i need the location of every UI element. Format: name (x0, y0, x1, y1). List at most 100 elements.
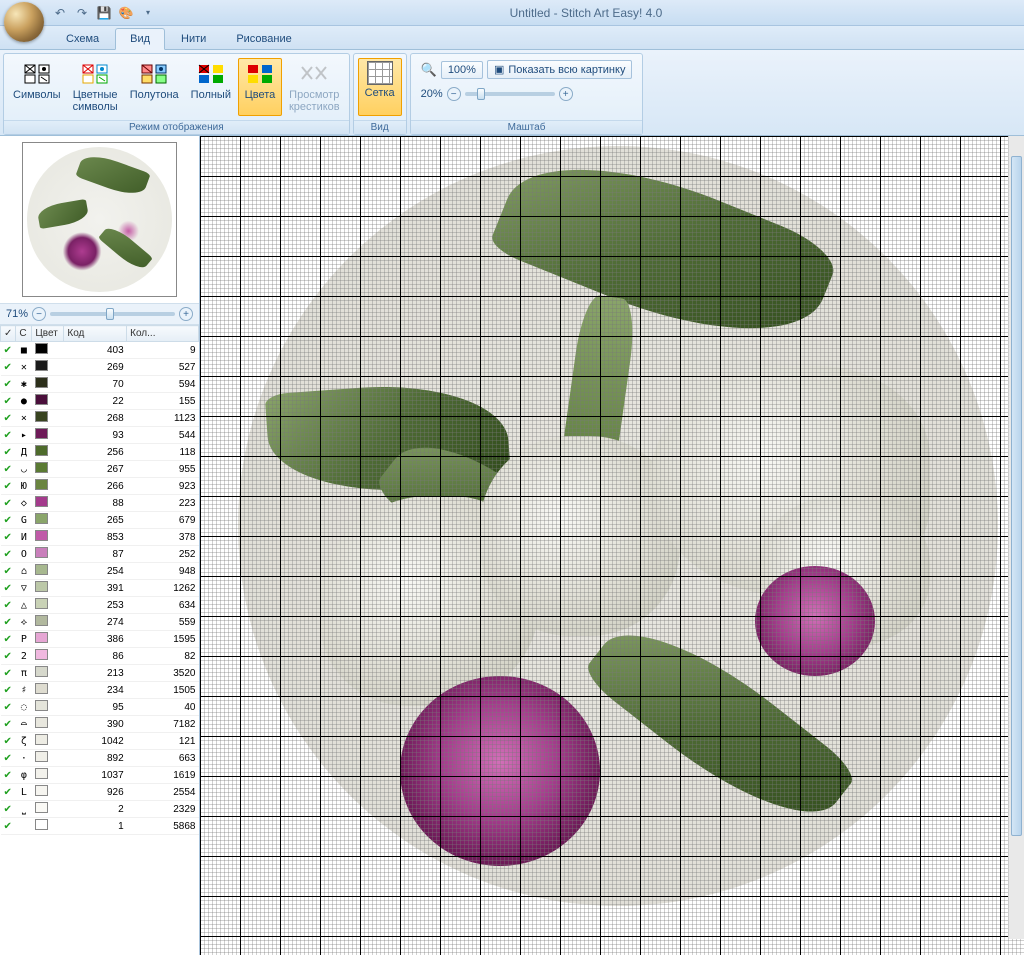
col-color[interactable]: Цвет (32, 326, 64, 342)
palette-row[interactable]: ✔♯2341505 (1, 682, 199, 699)
palette-row[interactable]: ✔⟡274559 (1, 614, 199, 631)
palette-row[interactable]: ✔⌂254948 (1, 563, 199, 580)
row-symbol: Д (16, 444, 32, 461)
mode-halftones-button[interactable]: Полутона (125, 58, 184, 116)
preview-zoom-slider[interactable] (50, 312, 175, 316)
row-check-icon: ✔ (1, 495, 16, 512)
palette-row[interactable]: ✔■4039 (1, 342, 199, 359)
palette-icon[interactable]: 🎨 (118, 5, 134, 21)
mode-color-symbols-button[interactable]: Цветные символы (68, 58, 123, 116)
row-check-icon: ✔ (1, 359, 16, 376)
row-count: 948 (127, 563, 199, 580)
palette-row[interactable]: ✔О87252 (1, 546, 199, 563)
row-swatch (32, 410, 64, 427)
row-count: 2329 (127, 801, 199, 818)
app-orb-button[interactable] (4, 2, 44, 42)
palette-row[interactable]: ✔L9262554 (1, 784, 199, 801)
palette-row[interactable]: ✔⌓3907182 (1, 716, 199, 733)
row-swatch (32, 461, 64, 478)
col-symbol[interactable]: С (16, 326, 32, 342)
mode-symbols-button[interactable]: Символы (8, 58, 66, 116)
palette-row[interactable]: ✔▽3911262 (1, 580, 199, 597)
ribbon-group-display-mode: Символы Цветные символы Полутона Полный … (3, 53, 350, 135)
undo-icon[interactable]: ↶ (52, 5, 68, 21)
row-symbol: L (16, 784, 32, 801)
row-code: 70 (64, 376, 127, 393)
palette-row[interactable]: ✔15868 (1, 818, 199, 835)
mode-colors-label: Цвета (245, 89, 276, 101)
palette-row[interactable]: ✔G265679 (1, 512, 199, 529)
zoom-out-button[interactable]: − (447, 87, 461, 101)
mode-colors-button[interactable]: Цвета (238, 58, 282, 116)
row-count: 923 (127, 478, 199, 495)
palette-row[interactable]: ✔И853378 (1, 529, 199, 546)
row-count: 9 (127, 342, 199, 359)
ribbon-tabs: Схема Вид Нити Рисование (0, 26, 1024, 50)
show-all-image-button[interactable]: ▣Показать всю картинку (487, 60, 633, 79)
zoom-slider[interactable] (465, 92, 555, 96)
row-check-icon: ✔ (1, 614, 16, 631)
palette-row[interactable]: ✔◡267955 (1, 461, 199, 478)
palette-row[interactable]: ✔✕269527 (1, 359, 199, 376)
palette-row[interactable]: ✔φ10371619 (1, 767, 199, 784)
zoom-in-button[interactable]: + (559, 87, 573, 101)
palette-row[interactable]: ✔▸93544 (1, 427, 199, 444)
preview-zoom-out-button[interactable]: − (32, 307, 46, 321)
row-count: 1262 (127, 580, 199, 597)
palette-row[interactable]: ✔◌9540 (1, 699, 199, 716)
tab-view[interactable]: Вид (115, 28, 165, 50)
save-icon[interactable]: 💾 (96, 5, 112, 21)
row-symbol: ζ (16, 733, 32, 750)
palette-row[interactable]: ✔⎵22329 (1, 801, 199, 818)
row-swatch (32, 563, 64, 580)
palette-row[interactable]: ✔×2681123 (1, 410, 199, 427)
row-count: 634 (127, 597, 199, 614)
row-symbol: ◇ (16, 495, 32, 512)
row-count: 544 (127, 427, 199, 444)
mode-halftones-label: Полутона (130, 89, 179, 101)
zoom-100-button[interactable]: 100% (441, 61, 483, 79)
palette-row[interactable]: ✔Ю266923 (1, 478, 199, 495)
mode-full-button[interactable]: Полный (186, 58, 236, 116)
qat-dropdown-icon[interactable]: ▾ (140, 5, 156, 21)
palette-row[interactable]: ✔●22155 (1, 393, 199, 410)
row-swatch (32, 699, 64, 716)
row-symbol: ■ (16, 342, 32, 359)
tab-drawing[interactable]: Рисование (222, 29, 305, 49)
row-code: 268 (64, 410, 127, 427)
redo-icon[interactable]: ↷ (74, 5, 90, 21)
palette-row[interactable]: ✔△253634 (1, 597, 199, 614)
palette-row[interactable]: ✔π2133520 (1, 665, 199, 682)
color-palette-table[interactable]: ✓ С Цвет Код Кол... ✔■4039✔✕269527✔✱7059… (0, 325, 199, 955)
row-count: 5868 (127, 818, 199, 835)
preview-image[interactable] (22, 142, 177, 297)
palette-row[interactable]: ✔◇88223 (1, 495, 199, 512)
pattern-canvas[interactable] (200, 136, 1024, 955)
palette-row[interactable]: ✔ζ1042121 (1, 733, 199, 750)
row-code: 274 (64, 614, 127, 631)
col-count[interactable]: Кол... (127, 326, 199, 342)
row-symbol: ◌ (16, 699, 32, 716)
row-code: 266 (64, 478, 127, 495)
palette-row[interactable]: ✔✱70594 (1, 376, 199, 393)
tab-scheme[interactable]: Схема (52, 29, 113, 49)
col-code[interactable]: Код (64, 326, 127, 342)
palette-row[interactable]: ✔28682 (1, 648, 199, 665)
row-swatch (32, 444, 64, 461)
row-swatch (32, 393, 64, 410)
tab-threads[interactable]: Нити (167, 29, 220, 49)
palette-row[interactable]: ✔·892663 (1, 750, 199, 767)
canvas-scrollbar-vertical[interactable] (1008, 136, 1024, 939)
row-symbol: G (16, 512, 32, 529)
row-count: 594 (127, 376, 199, 393)
row-check-icon: ✔ (1, 427, 16, 444)
row-symbol: ⎵ (16, 801, 32, 818)
preview-zoom-in-button[interactable]: + (179, 307, 193, 321)
row-check-icon: ✔ (1, 410, 16, 427)
row-symbol: ♯ (16, 682, 32, 699)
row-check-icon: ✔ (1, 512, 16, 529)
palette-row[interactable]: ✔Д256118 (1, 444, 199, 461)
grid-toggle-button[interactable]: Сетка (358, 58, 402, 116)
col-check[interactable]: ✓ (1, 326, 16, 342)
palette-row[interactable]: ✔Р3861595 (1, 631, 199, 648)
